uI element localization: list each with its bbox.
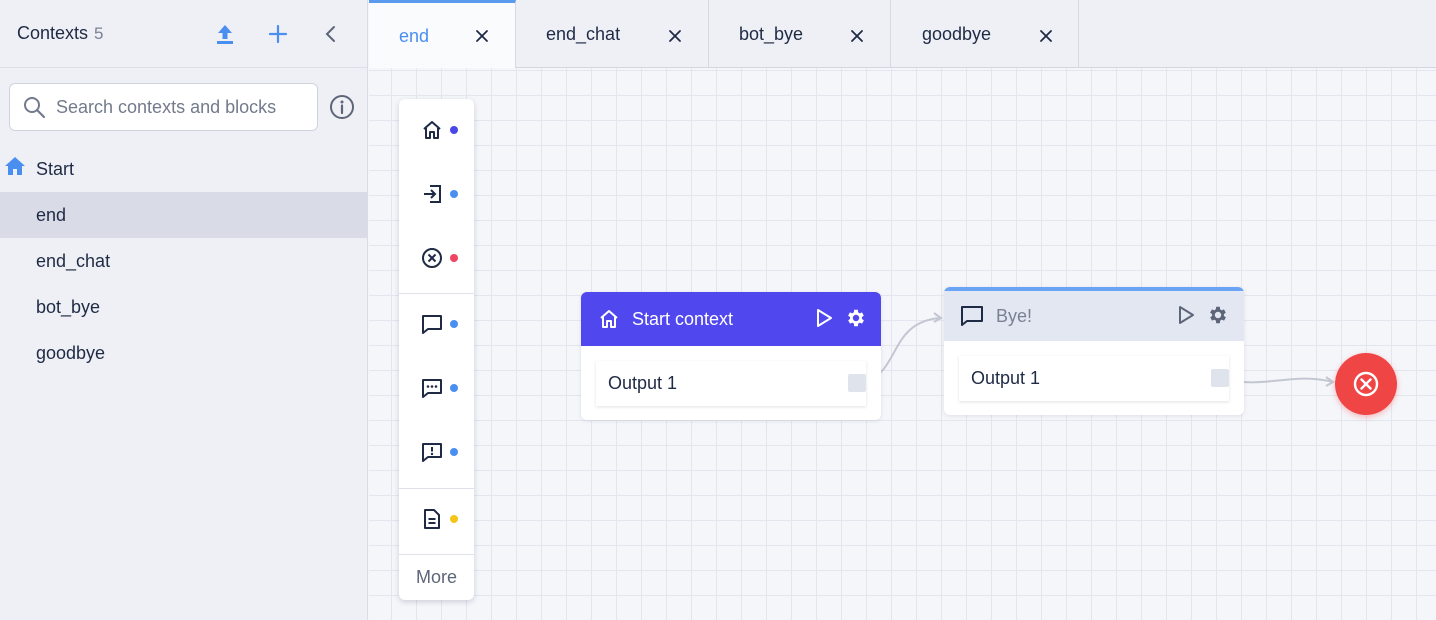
chevron-left-icon bbox=[325, 26, 335, 42]
contexts-sidebar: Contexts 5 Start end end_chat bbox=[0, 0, 368, 620]
sidebar-title: Contexts bbox=[17, 23, 89, 43]
close-circle-icon bbox=[1353, 371, 1379, 397]
output-port-row: Output 1 bbox=[959, 356, 1229, 401]
gear-icon[interactable] bbox=[1207, 304, 1229, 326]
context-item-end-chat[interactable]: end_chat bbox=[0, 238, 368, 284]
start-block-header: Start context bbox=[581, 292, 881, 346]
contexts-count: 5 bbox=[94, 23, 104, 43]
output-port-row: Output 1 bbox=[596, 361, 866, 406]
start-context-block[interactable]: Start context Output 1 bbox=[581, 292, 881, 420]
play-icon[interactable] bbox=[815, 308, 833, 328]
block-palette: More bbox=[399, 99, 474, 600]
flow-canvas[interactable] bbox=[369, 68, 1436, 620]
add-context-button[interactable] bbox=[264, 20, 292, 48]
context-item-label: Start bbox=[36, 158, 75, 179]
end-node[interactable] bbox=[1335, 353, 1397, 415]
chat-icon bbox=[422, 315, 442, 334]
document-icon bbox=[424, 509, 440, 529]
status-dot bbox=[450, 126, 458, 134]
search-row bbox=[0, 68, 367, 150]
search-field[interactable] bbox=[9, 83, 318, 131]
chat-alert-icon bbox=[422, 443, 442, 462]
gear-icon[interactable] bbox=[845, 307, 867, 329]
palette-end-block[interactable] bbox=[399, 227, 474, 291]
block-title: Bye! bbox=[996, 305, 1033, 326]
status-dot bbox=[450, 190, 458, 198]
collapse-sidebar-button[interactable] bbox=[317, 20, 345, 48]
play-icon[interactable] bbox=[1177, 305, 1195, 325]
context-item-label: end bbox=[36, 204, 67, 225]
info-button[interactable] bbox=[329, 94, 355, 120]
output-port[interactable] bbox=[1211, 369, 1229, 387]
tab-end[interactable]: end bbox=[369, 0, 516, 69]
tab-end-chat[interactable]: end_chat bbox=[516, 0, 709, 68]
status-dot bbox=[450, 254, 458, 262]
search-input[interactable] bbox=[56, 96, 306, 118]
status-dot bbox=[450, 515, 458, 523]
output-label: Output 1 bbox=[608, 373, 678, 393]
context-item-bot-bye[interactable]: bot_bye bbox=[0, 284, 368, 330]
palette-enter-block[interactable] bbox=[399, 163, 474, 227]
bye-message-block[interactable]: Bye! Output 1 bbox=[944, 287, 1244, 415]
palette-start-block[interactable] bbox=[399, 99, 474, 163]
context-item-label: goodbye bbox=[36, 342, 106, 363]
block-title: Start context bbox=[632, 308, 734, 329]
close-icon[interactable] bbox=[1038, 28, 1054, 44]
context-item-goodbye[interactable]: goodbye bbox=[0, 330, 368, 376]
home-icon bbox=[423, 121, 441, 139]
close-icon[interactable] bbox=[849, 28, 865, 44]
tab-bar: end end_chat bot_bye goodbye bbox=[369, 0, 1436, 69]
search-icon bbox=[24, 97, 46, 119]
upload-icon bbox=[217, 25, 233, 44]
close-icon[interactable] bbox=[474, 28, 490, 44]
context-item-start[interactable]: Start bbox=[0, 146, 368, 192]
close-circle-icon bbox=[422, 248, 442, 268]
chat-dots-icon bbox=[422, 379, 442, 398]
output-port[interactable] bbox=[848, 374, 866, 392]
context-item-label: bot_bye bbox=[36, 296, 101, 317]
tab-label: bot_bye bbox=[739, 23, 804, 44]
sidebar-header: Contexts 5 bbox=[0, 0, 367, 68]
palette-typing-block[interactable] bbox=[399, 357, 474, 421]
status-dot bbox=[450, 384, 458, 392]
tab-label: goodbye bbox=[922, 23, 992, 44]
home-icon bbox=[600, 310, 618, 328]
tab-bot-bye[interactable]: bot_bye bbox=[709, 0, 891, 68]
palette-alert-block[interactable] bbox=[399, 421, 474, 485]
bye-block-header: Bye! bbox=[944, 291, 1244, 341]
status-dot bbox=[450, 448, 458, 456]
context-item-label: end_chat bbox=[36, 250, 111, 271]
status-dot bbox=[450, 320, 458, 328]
home-icon bbox=[5, 157, 25, 175]
enter-icon bbox=[424, 185, 441, 203]
context-item-end[interactable]: end bbox=[0, 192, 368, 238]
palette-more-button[interactable]: More bbox=[399, 555, 474, 600]
tab-goodbye[interactable]: goodbye bbox=[891, 0, 1079, 68]
palette-document-block[interactable] bbox=[399, 488, 474, 552]
plus-icon bbox=[268, 24, 288, 44]
contexts-list: Start end end_chat bot_bye goodbye bbox=[0, 146, 368, 376]
tab-label: end_chat bbox=[546, 23, 621, 44]
upload-button[interactable] bbox=[211, 20, 239, 48]
output-label: Output 1 bbox=[971, 368, 1041, 388]
chat-icon bbox=[961, 306, 983, 326]
info-icon bbox=[330, 95, 354, 119]
close-icon[interactable] bbox=[667, 28, 683, 44]
palette-message-block[interactable] bbox=[399, 293, 474, 357]
tab-label: end bbox=[399, 25, 430, 46]
